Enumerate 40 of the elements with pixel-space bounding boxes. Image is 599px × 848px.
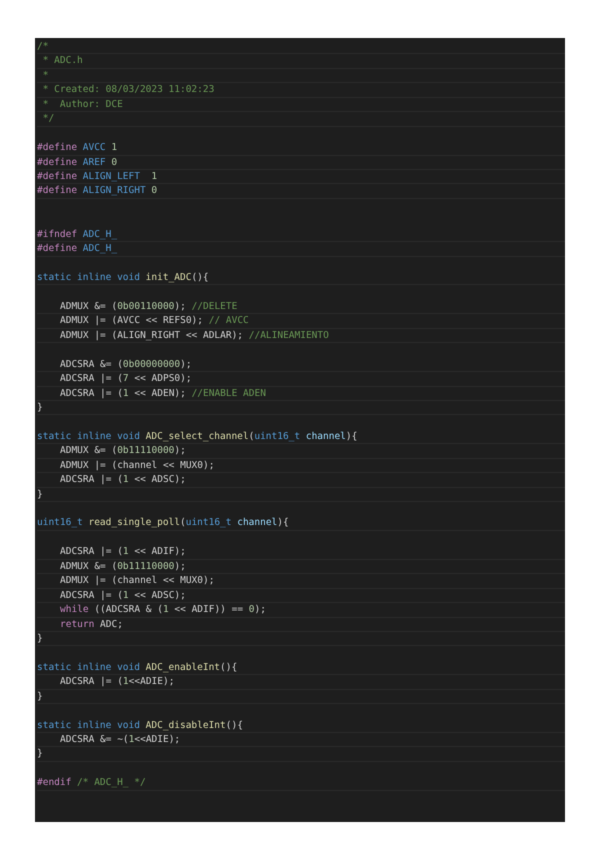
code-line: } xyxy=(37,747,565,762)
code-line: static inline void ADC_disableInt(){ xyxy=(37,718,565,733)
code-line: #define ALIGN_RIGHT 0 xyxy=(37,184,565,199)
code-line: return ADC; xyxy=(37,618,565,632)
code-line: * xyxy=(37,68,565,84)
code-line: #define ADC_H_ xyxy=(37,242,565,257)
code-line: ADMUX &= (0b11110000); xyxy=(37,444,565,459)
code-line: * ADC.h xyxy=(37,54,565,69)
code-line: #define ALIGN_LEFT 1 xyxy=(37,170,565,184)
code-line: ADMUX |= (channel << MUX0); xyxy=(37,458,565,474)
code-line: #ifndef ADC_H_ xyxy=(37,228,565,242)
code-line: while ((ADCSRA & (1 << ADIF)) == 0); xyxy=(37,603,565,618)
code-line: ADCSRA |= (7 << ADPS0); xyxy=(37,372,565,386)
code-line: * Created: 08/03/2023 11:02:23 xyxy=(37,83,565,98)
code-line: ADMUX &= (0b00110000); //DELETE xyxy=(37,300,565,314)
code-line: ADCSRA &= (0b00000000); xyxy=(37,358,565,372)
code-line: ADCSRA |= (1 << ADIF); xyxy=(37,545,565,560)
code-line: ADMUX |= (AVCC << REFS0); // AVCC xyxy=(37,314,565,329)
code-line: } xyxy=(37,400,565,416)
code-line: ADCSRA |= (1 << ADSC); xyxy=(37,588,565,604)
code-line: } xyxy=(37,488,565,502)
code-line: ADMUX &= (0b11110000); xyxy=(37,560,565,574)
code-line: static inline void init_ADC(){ xyxy=(37,271,565,286)
code-line: /* xyxy=(37,40,565,54)
code-line: ADMUX |= (ALIGN_RIGHT << ADLAR); //ALINEAMIENTO xyxy=(37,328,565,344)
code-line: } xyxy=(37,690,565,704)
code-line: ADMUX |= (channel << MUX0); xyxy=(37,574,565,589)
code-line: #define AREF 0 xyxy=(37,156,565,170)
code-line: ADCSRA |= (1 << ADSC); xyxy=(37,473,565,488)
code-line: */ xyxy=(37,112,565,127)
code-line: static inline void ADC_enableInt(){ xyxy=(37,660,565,676)
code-line: #define AVCC 1 xyxy=(37,141,565,156)
code-line: ADCSRA |= (1 << ADEN); //ENABLE ADEN xyxy=(37,386,565,401)
code-line: ADCSRA |= (1<<ADIE); xyxy=(37,675,565,690)
code-line: static inline void ADC_select_channel(uint16_t channel){ xyxy=(37,430,565,444)
code-line: * Author: DCE xyxy=(37,98,565,112)
code-line: } xyxy=(37,632,565,646)
code-line: uint16_t read_single_poll(uint16_t channel){ xyxy=(37,516,565,531)
code-line: #endif /* ADC_H_ */ xyxy=(37,776,565,791)
code-line: ADCSRA &= ~(1<<ADIE); xyxy=(37,733,565,748)
